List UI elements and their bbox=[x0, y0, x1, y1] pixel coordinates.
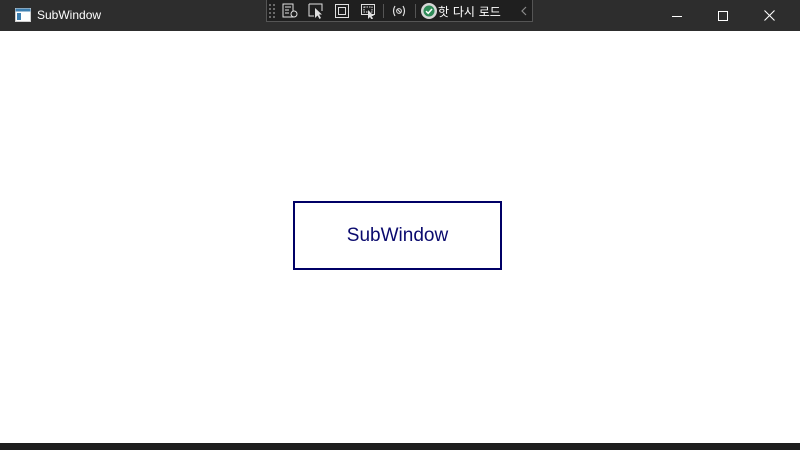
maximize-icon bbox=[718, 10, 728, 21]
window-title: SubWindow bbox=[37, 8, 102, 22]
track-focus-icon bbox=[361, 4, 375, 19]
window-content: SubWindow bbox=[8, 31, 792, 443]
binding-failures-button[interactable] bbox=[389, 2, 409, 20]
checkmark-icon bbox=[423, 5, 435, 17]
select-element-button[interactable] bbox=[306, 2, 326, 20]
subwindow-button[interactable]: SubWindow bbox=[293, 201, 502, 270]
toolbar-separator bbox=[383, 4, 384, 18]
track-focus-button[interactable] bbox=[358, 2, 378, 20]
xaml-debug-toolbar: 핫 다시 로드 bbox=[266, 0, 533, 22]
maximize-button[interactable] bbox=[700, 0, 746, 31]
live-visual-tree-button[interactable] bbox=[280, 2, 300, 20]
select-element-icon bbox=[308, 3, 323, 19]
hot-reload-status[interactable] bbox=[421, 3, 437, 19]
hot-reload-label[interactable]: 핫 다시 로드 bbox=[438, 3, 501, 20]
minimize-icon bbox=[672, 15, 682, 17]
live-visual-tree-icon bbox=[282, 3, 298, 18]
minimize-button[interactable] bbox=[654, 0, 700, 31]
close-button[interactable] bbox=[746, 0, 792, 31]
subwindow-button-label: SubWindow bbox=[346, 224, 449, 246]
window-app-icon bbox=[15, 8, 31, 22]
collapse-toolbar-button[interactable] bbox=[519, 2, 529, 20]
title-bar[interactable]: SubWindow 핫 다시 로드 bbox=[0, 0, 800, 31]
toolbar-grip-icon[interactable] bbox=[269, 3, 275, 19]
close-icon bbox=[763, 10, 775, 21]
display-layout-adorners-icon bbox=[335, 4, 349, 18]
chevron-left-icon bbox=[521, 6, 527, 16]
sub-window: SubWindow 핫 다시 로드 SubWindow bbox=[0, 0, 800, 443]
binding-failures-icon bbox=[392, 5, 406, 17]
toolbar-separator bbox=[415, 4, 416, 18]
display-layout-adorners-button[interactable] bbox=[332, 2, 352, 20]
